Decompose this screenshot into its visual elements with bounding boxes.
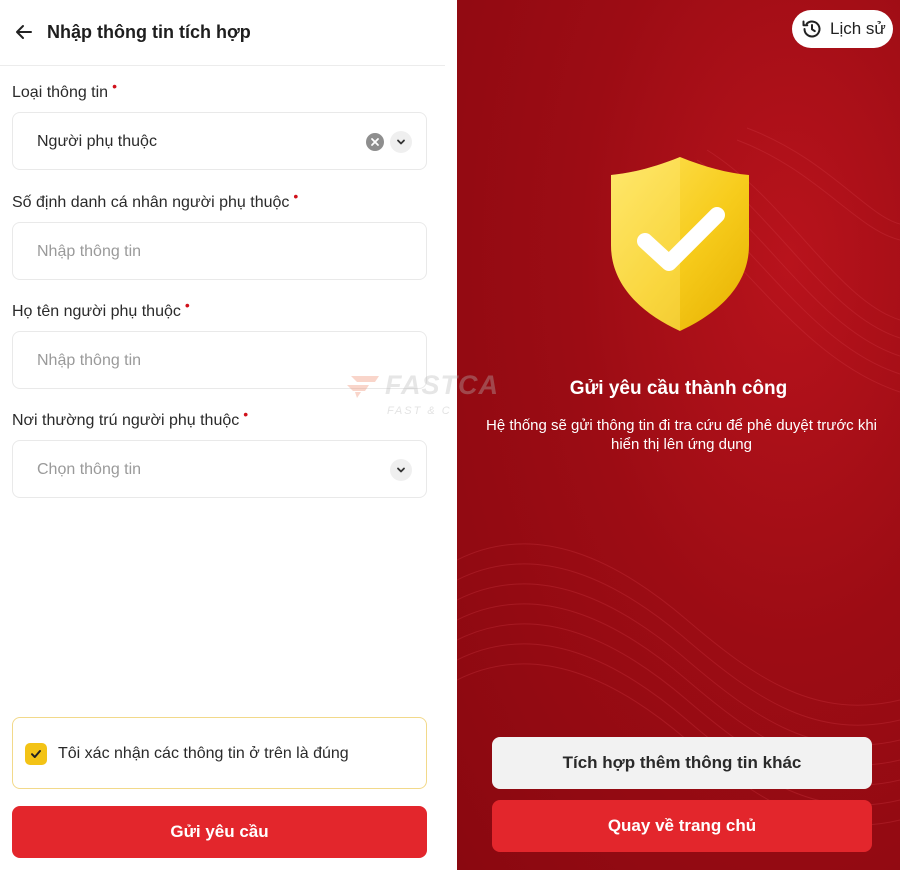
watermark: FASTCA FAST & C <box>345 370 565 420</box>
residence-placeholder: Chọn thông tin <box>37 461 142 478</box>
id-number-input[interactable]: Nhập thông tin <box>12 222 427 280</box>
success-description-line: hiển thị lên ứng dụng <box>611 436 752 453</box>
submit-request-button[interactable]: Gửi yêu cầu <box>12 806 427 858</box>
required-mark: • <box>112 78 117 94</box>
field-label-text: Số định danh cá nhân người phụ thuộc <box>12 194 290 211</box>
watermark-logo-icon <box>347 376 379 398</box>
history-label: Lịch sử <box>830 19 886 38</box>
full-name-placeholder: Nhập thông tin <box>37 352 142 369</box>
field-label-text: Loại thông tin <box>12 84 109 101</box>
id-number-placeholder: Nhập thông tin <box>37 243 142 260</box>
back-to-home-button[interactable]: Quay về trang chủ <box>492 800 872 852</box>
form-header: Nhập thông tin tích hợp <box>0 0 445 66</box>
watermark-subtitle: FAST & C <box>387 405 452 417</box>
success-description: Hệ thống sẽ gửi thông tin đi tra cứu để … <box>463 416 900 454</box>
confirm-box: Tôi xác nhận các thông tin ở trên là đún… <box>12 717 427 789</box>
history-button[interactable]: Lịch sử <box>792 10 893 48</box>
residence-select[interactable]: Chọn thông tin <box>12 440 427 498</box>
success-screen: Lịch sử Gửi yêu cầu thành công Hệ thống … <box>457 0 900 870</box>
clear-icon[interactable] <box>366 133 384 151</box>
back-arrow-icon[interactable] <box>12 20 36 44</box>
required-mark: • <box>184 297 190 313</box>
history-icon <box>802 20 821 38</box>
field-label-info-type: Loại thông tin • <box>12 78 117 103</box>
chevron-down-icon[interactable] <box>390 459 412 481</box>
page-title: Nhập thông tin tích hợp <box>47 22 251 42</box>
confirm-text[interactable]: Tôi xác nhận các thông tin ở trên là đún… <box>58 743 349 765</box>
field-label-id-number: Số định danh cá nhân người phụ thuộc • <box>12 188 298 213</box>
info-type-select[interactable]: Người phụ thuộc <box>12 112 427 170</box>
field-label-text: Nơi thường trú người phụ thuộc <box>12 412 240 429</box>
field-label-full-name: Họ tên người phụ thuộc • <box>12 297 190 322</box>
info-type-value: Người phụ thuộc <box>37 133 157 150</box>
required-mark: • <box>243 406 249 422</box>
chevron-down-icon[interactable] <box>390 131 412 153</box>
confirm-checkbox[interactable] <box>25 743 47 765</box>
shield-check-icon <box>611 157 749 331</box>
screen-divider <box>445 0 457 870</box>
field-label-residence: Nơi thường trú người phụ thuộc • <box>12 406 248 431</box>
check-icon <box>31 750 41 758</box>
integrate-more-button[interactable]: Tích hợp thêm thông tin khác <box>492 737 872 789</box>
required-mark: • <box>293 188 299 204</box>
integration-form-screen: Nhập thông tin tích hợp Loại thông tin • … <box>0 0 445 870</box>
watermark-title: FASTCA <box>385 370 499 400</box>
field-label-text: Họ tên người phụ thuộc <box>12 303 181 320</box>
